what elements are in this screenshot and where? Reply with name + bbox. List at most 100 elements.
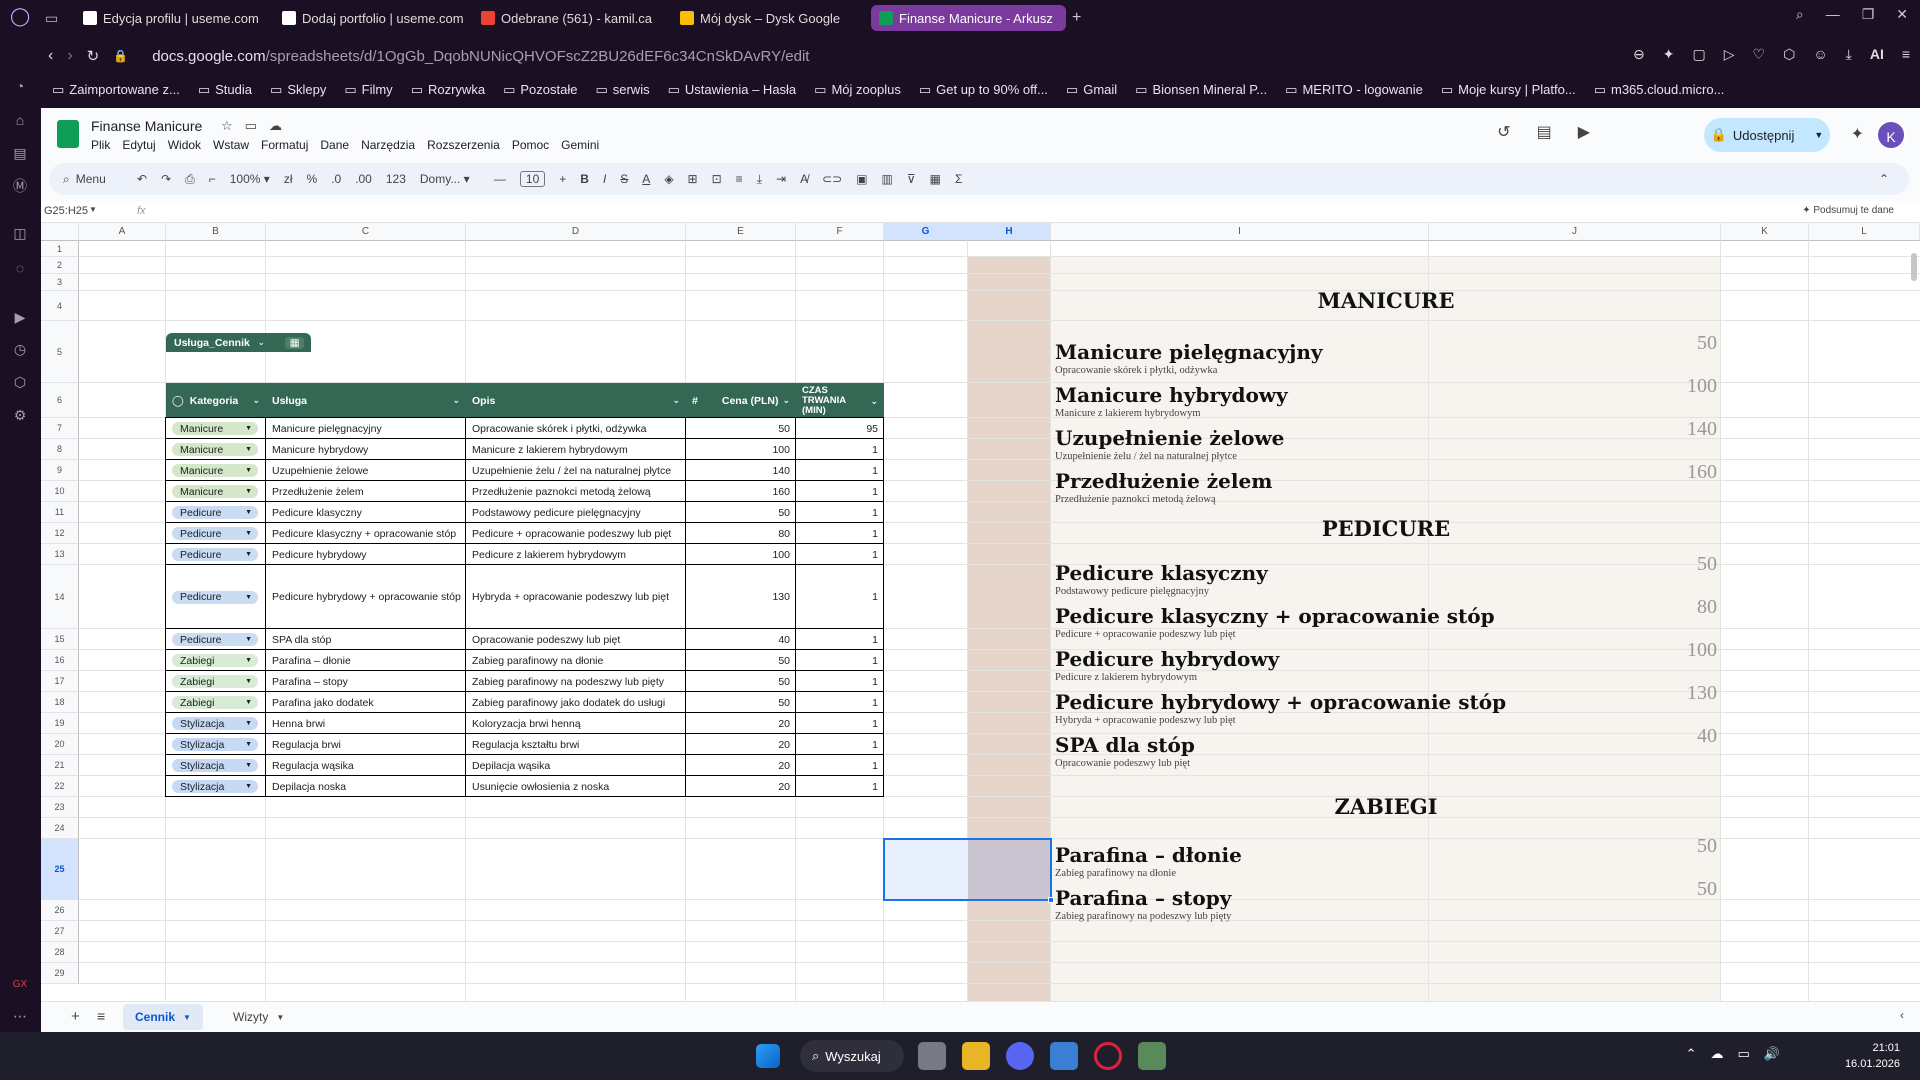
bookmark-item[interactable]: ▭ MERITO - logowanie	[1285, 82, 1423, 98]
description-cell[interactable]: Manicure z lakierem hybrydowym	[472, 439, 684, 460]
category-chip[interactable]: Zabiegi ▼	[172, 696, 258, 709]
merge-icon[interactable]: ⊡	[712, 172, 722, 186]
category-chip[interactable]: Stylizacja ▼	[172, 759, 258, 772]
description-cell[interactable]: Przedłużenie paznokci metodą żelową	[472, 481, 684, 502]
decrease-decimal-button[interactable]: .0	[331, 172, 341, 186]
menu-item[interactable]: Widok	[168, 138, 201, 152]
bold-button[interactable]: B	[580, 172, 589, 186]
price-cell[interactable]: 80	[686, 523, 790, 544]
browser-tab[interactable]: Odebrane (561) - kamil.ca	[473, 5, 668, 31]
search-menus-input[interactable]: ⌕ Menu	[63, 172, 123, 187]
service-cell[interactable]: Pedicure klasyczny + opracowanie stóp	[272, 523, 464, 544]
category-chip[interactable]: Manicure ▼	[172, 443, 258, 456]
price-cell[interactable]: 40	[686, 629, 790, 650]
row-header[interactable]: 2	[41, 257, 79, 274]
duration-cell[interactable]: 1	[796, 502, 878, 523]
player-icon[interactable]: ▷	[1724, 46, 1735, 63]
service-cell[interactable]: Henna brwi	[272, 713, 464, 734]
row-header[interactable]: 5	[41, 321, 79, 383]
table-header-1[interactable]: Usługa ⌄	[266, 383, 466, 418]
zoom-select[interactable]: 100% ▾	[230, 172, 270, 186]
column-header[interactable]: G	[884, 223, 968, 241]
duration-cell[interactable]: 1	[796, 650, 878, 671]
description-cell[interactable]: Zabieg parafinowy na dłonie	[472, 650, 684, 671]
share-dropdown-icon[interactable]: ▼	[1814, 130, 1823, 140]
vertical-scrollbar[interactable]	[1911, 253, 1917, 281]
service-cell[interactable]: Uzupełnienie żelowe	[272, 460, 464, 481]
category-chip-cell[interactable]: Stylizacja ▼	[172, 713, 266, 734]
category-chip-cell[interactable]: Stylizacja ▼	[172, 776, 266, 797]
service-cell[interactable]: Pedicure klasyczny	[272, 502, 464, 523]
column-header[interactable]: B	[166, 223, 266, 241]
price-cell[interactable]: 100	[686, 544, 790, 565]
duration-cell[interactable]: 1	[796, 776, 878, 797]
category-chip[interactable]: Manicure ▼	[172, 422, 258, 435]
chevron-down-icon[interactable]: ⌄	[452, 395, 460, 406]
maximize-icon[interactable]: ❐	[1862, 6, 1875, 23]
row-header[interactable]: 7	[41, 418, 79, 439]
chevron-down-icon[interactable]: ⌄	[870, 396, 878, 406]
extensions-sidebar-icon[interactable]: ⬡	[10, 372, 30, 392]
percent-button[interactable]: %	[306, 172, 317, 186]
column-header[interactable]: F	[796, 223, 884, 241]
column-header[interactable]: A	[79, 223, 166, 241]
bookmark-item[interactable]: ▭ Filmy	[344, 82, 392, 98]
opera-logo-icon[interactable]: ◯	[10, 6, 30, 26]
forward-icon[interactable]: ›	[67, 47, 72, 65]
bookmark-item[interactable]: ▭ m365.cloud.micro...	[1594, 82, 1725, 98]
duration-cell[interactable]: 1	[796, 481, 878, 502]
discord-icon[interactable]	[1006, 1042, 1034, 1070]
service-cell[interactable]: Parafina jako dodatek	[272, 692, 464, 713]
description-cell[interactable]: Koloryzacja brwi henną	[472, 713, 684, 734]
align-icon[interactable]: ≡	[736, 172, 743, 186]
menu-item[interactable]: Gemini	[561, 138, 599, 152]
category-chip[interactable]: Pedicure ▼	[172, 633, 258, 646]
column-header[interactable]: K	[1721, 223, 1809, 241]
bookmark-item[interactable]: ▭ Ustawienia – Hasła	[668, 82, 797, 98]
add-sheet-button[interactable]: +	[71, 1008, 80, 1025]
service-cell[interactable]: Parafina – dłonie	[272, 650, 464, 671]
row-header[interactable]: 11	[41, 502, 79, 523]
menu-item[interactable]: Pomoc	[512, 138, 549, 152]
taskbar-search[interactable]: ⌕ Wyszukaj	[800, 1040, 904, 1072]
reload-icon[interactable]: ↻	[87, 47, 100, 65]
chevron-down-icon[interactable]: ⌄	[252, 395, 260, 406]
price-cell[interactable]: 20	[686, 734, 790, 755]
bookmark-item[interactable]: ▭ Mój zooplus	[814, 82, 901, 98]
service-cell[interactable]: SPA dla stóp	[272, 629, 464, 650]
tray-chevron-icon[interactable]: ⌃	[1686, 1046, 1697, 1062]
description-cell[interactable]: Zabieg parafinowy jako dodatek do usługi	[472, 692, 684, 713]
duration-cell[interactable]: 1	[796, 523, 878, 544]
description-cell[interactable]: Zabieg parafinowy na podeszwy lub pięty	[472, 671, 684, 692]
duration-cell[interactable]: 1	[796, 713, 878, 734]
browser-tab[interactable]: Mój dysk – Dysk Google	[672, 5, 867, 31]
price-cell[interactable]: 50	[686, 502, 790, 523]
font-size-increase[interactable]: +	[559, 172, 566, 186]
name-box-dropdown-icon[interactable]: ▼	[89, 205, 97, 214]
duration-cell[interactable]: 1	[796, 734, 878, 755]
font-size-decrease[interactable]: —	[494, 172, 506, 186]
bookmark-item[interactable]: ▭ serwis	[595, 82, 649, 98]
category-chip[interactable]: Zabiegi ▼	[172, 675, 258, 688]
chevron-down-icon[interactable]: ⌄	[258, 338, 265, 347]
fill-color-icon[interactable]: ◈	[664, 172, 673, 186]
row-header[interactable]: 25	[41, 839, 79, 900]
menu-item[interactable]: Formatuj	[261, 138, 308, 152]
category-chip[interactable]: Manicure ▼	[172, 464, 258, 477]
description-cell[interactable]: Uzupełnienie żelu / żel na naturalnej pł…	[472, 460, 684, 481]
category-chip-cell[interactable]: Pedicure ▼	[172, 629, 266, 650]
row-header[interactable]: 27	[41, 921, 79, 942]
column-header[interactable]: C	[266, 223, 466, 241]
row-header[interactable]: 20	[41, 734, 79, 755]
chart-icon[interactable]: ▥	[882, 172, 893, 186]
chevron-down-icon[interactable]: ⌄	[672, 395, 680, 406]
description-cell[interactable]: Opracowanie skórek i płytki, odżywka	[472, 418, 684, 439]
url-field[interactable]: docs.google.com/spreadsheets/d/1OgGb_Dqo…	[152, 48, 809, 65]
fill-handle[interactable]	[1048, 897, 1054, 903]
zoom-icon[interactable]: ⊖	[1633, 46, 1645, 63]
tab-menu-icon[interactable]: ▭	[45, 10, 75, 27]
increase-decimal-button[interactable]: .00	[355, 172, 372, 186]
description-cell[interactable]: Opracowanie podeszwy lub pięt	[472, 629, 684, 650]
price-cell[interactable]: 160	[686, 481, 790, 502]
player-sidebar-icon[interactable]: ▶	[10, 307, 30, 327]
